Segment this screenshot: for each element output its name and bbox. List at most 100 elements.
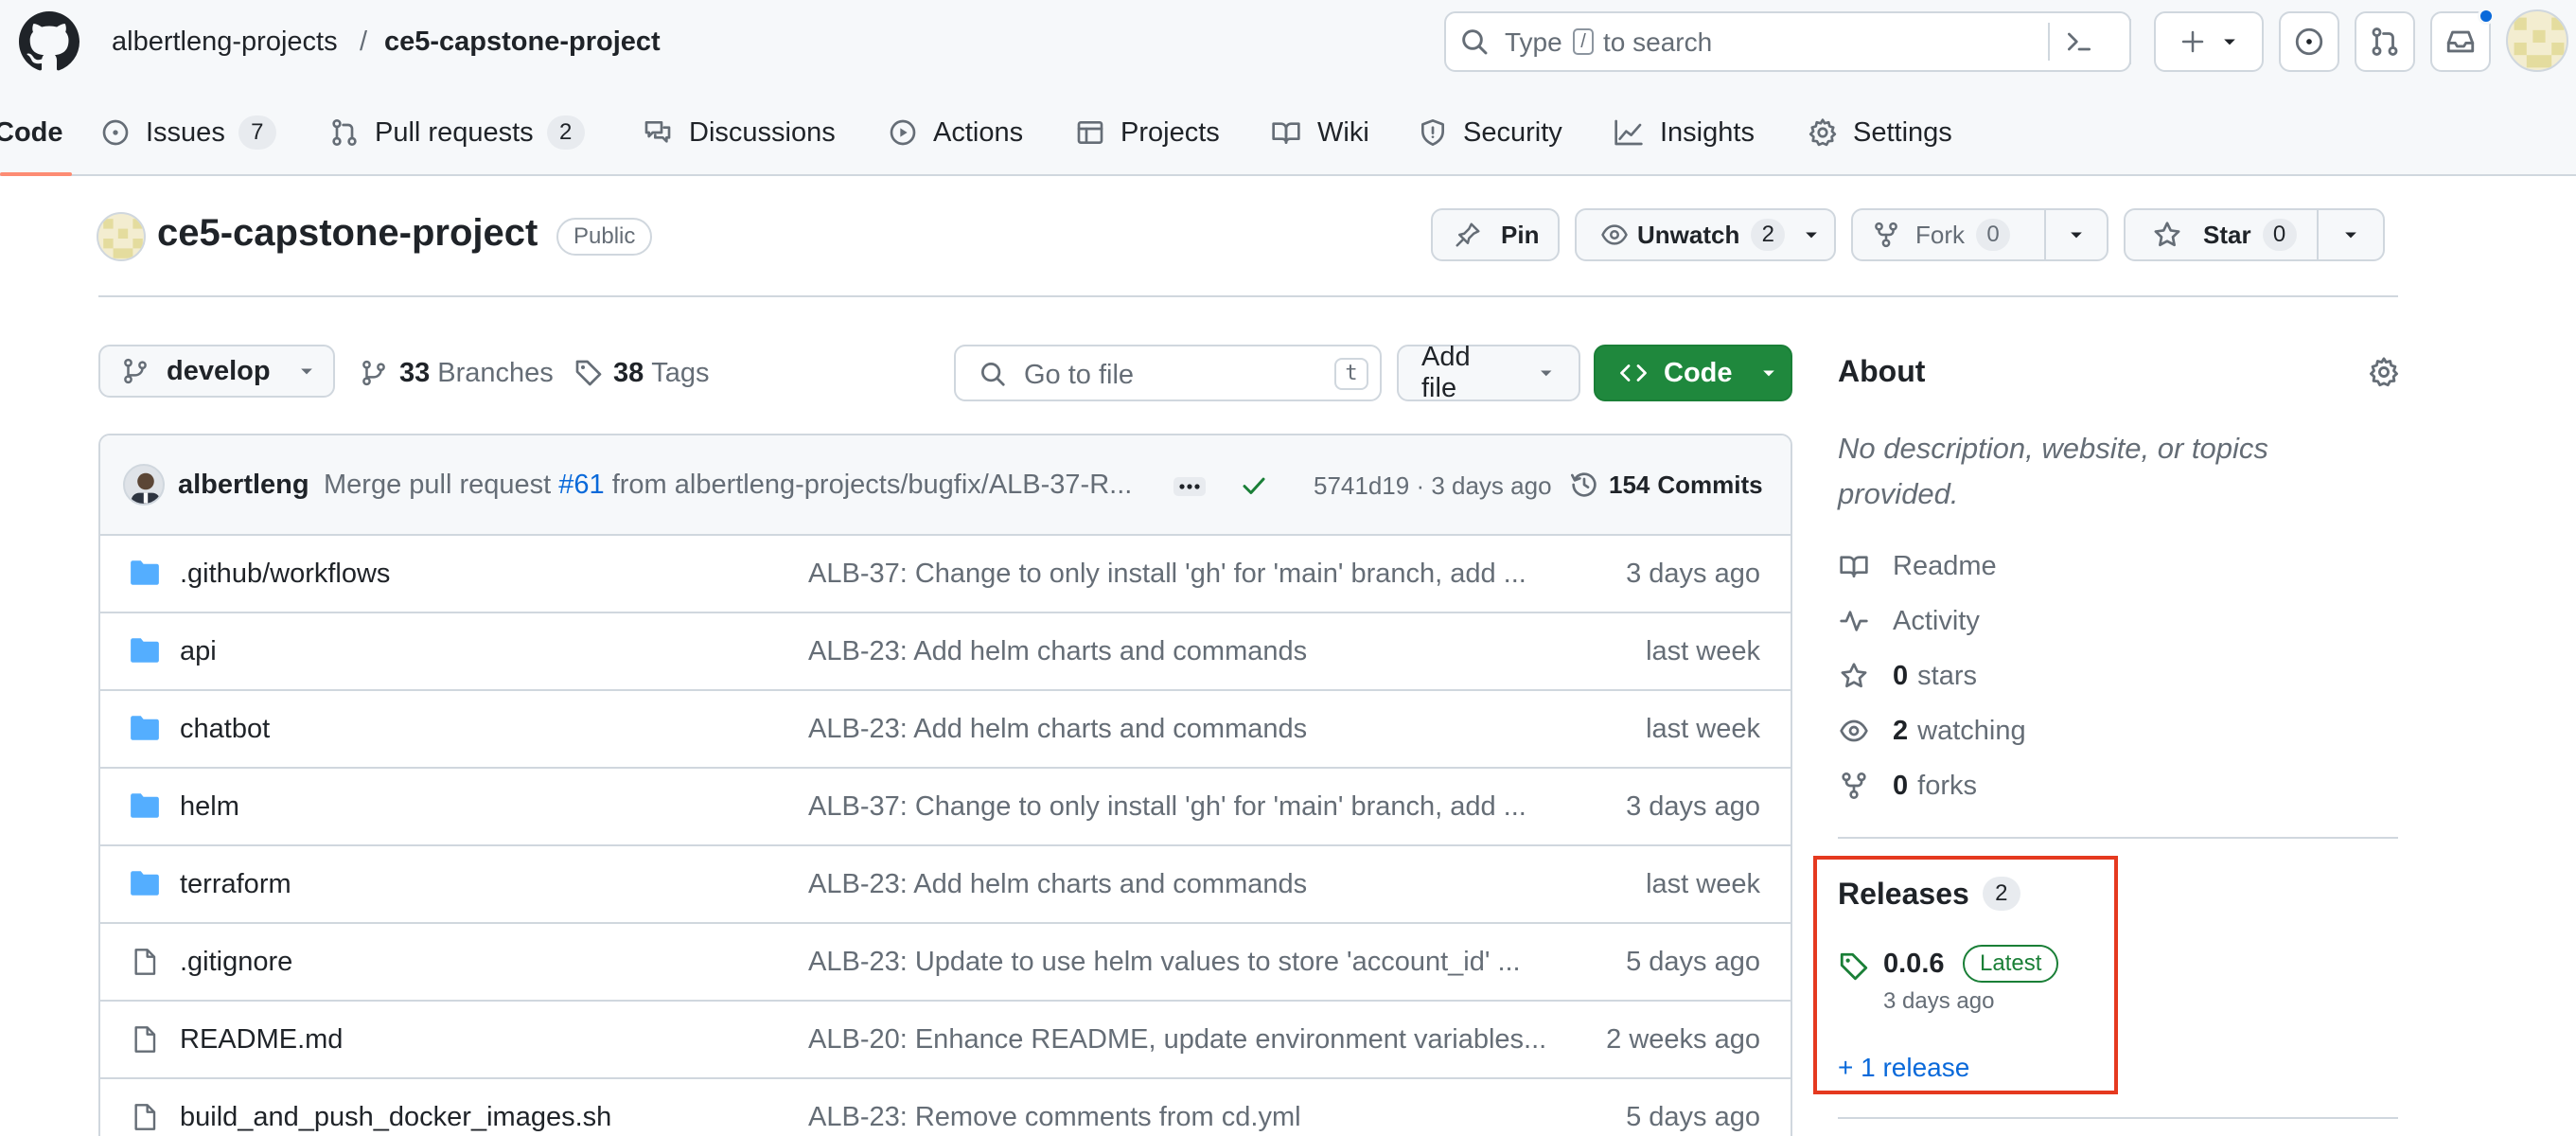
commits-count: 154: [1609, 470, 1650, 499]
go-to-file-input[interactable]: Go to file t: [954, 345, 1382, 401]
tab-settings[interactable]: Settings: [1808, 112, 1952, 153]
latest-badge: Latest: [1963, 945, 2059, 983]
avatar[interactable]: [2506, 9, 2568, 72]
about-description-line2: provided.: [1838, 477, 1959, 510]
fork-button[interactable]: Fork 0: [1851, 208, 2108, 261]
file-name[interactable]: build_and_push_docker_images.sh: [180, 1102, 611, 1133]
releases-heading[interactable]: Releases 2: [1838, 873, 2020, 914]
more-releases-link[interactable]: + 1 release: [1838, 1053, 1969, 1083]
file-commit-message[interactable]: ALB-23: Add helm charts and commands: [808, 869, 1641, 900]
commit-author[interactable]: albertleng: [178, 470, 309, 501]
repo-owner-avatar[interactable]: [97, 212, 146, 261]
file-row[interactable]: README.md ALB-20: Enhance README, update …: [100, 1002, 1791, 1079]
file-row[interactable]: helm ALB-37: Change to only install 'gh' …: [100, 769, 1791, 846]
folder-icon: [131, 716, 159, 740]
folder-icon: [131, 560, 159, 585]
activity-link[interactable]: Activity: [1838, 602, 1980, 640]
commit-message[interactable]: Merge pull request #61 from albertleng-p…: [324, 470, 1132, 501]
expand-commit-message-button[interactable]: [1173, 477, 1206, 496]
chevron-down-icon: [2224, 39, 2235, 45]
tab-discussions[interactable]: Discussions: [642, 112, 836, 153]
inbox-icon: [2446, 30, 2475, 53]
global-search-input[interactable]: Type / to search: [1444, 11, 2131, 72]
pull-requests-shortcut-button[interactable]: [2355, 11, 2415, 72]
file-commit-message[interactable]: ALB-23: Add helm charts and commands: [808, 636, 1641, 667]
tab-projects[interactable]: Projects: [1075, 112, 1220, 153]
history-icon: [1571, 472, 1597, 497]
gear-icon[interactable]: [2368, 356, 2400, 388]
file-commit-message[interactable]: ALB-37: Change to only install 'gh' for …: [808, 559, 1641, 590]
tags-link[interactable]: 38 Tags: [573, 356, 710, 390]
branches-link[interactable]: 33 Branches: [360, 356, 554, 390]
github-logo-icon[interactable]: [19, 11, 79, 72]
file-commit-message[interactable]: ALB-23: Update to use helm values to sto…: [808, 947, 1641, 978]
breadcrumb-repo[interactable]: ce5-capstone-project: [384, 27, 661, 58]
file-name[interactable]: terraform: [180, 869, 291, 900]
file-name[interactable]: README.md: [180, 1024, 343, 1056]
forks-link[interactable]: 0 forks: [1838, 767, 1977, 805]
repo-title[interactable]: ce5-capstone-project: [157, 212, 538, 255]
tab-actions[interactable]: Actions: [888, 112, 1023, 153]
star-count: 0: [2262, 219, 2297, 251]
file-name[interactable]: chatbot: [180, 714, 270, 745]
release-version[interactable]: 0.0.6: [1883, 949, 1945, 980]
add-file-button[interactable]: Add file: [1397, 342, 1580, 403]
file-age: 2 weeks ago: [1606, 1024, 1760, 1055]
file-row[interactable]: api ALB-23: Add helm charts and commands l…: [100, 613, 1791, 691]
watching-link[interactable]: 2 watching: [1838, 712, 2026, 750]
command-palette-icon[interactable]: [2063, 27, 2095, 57]
issues-shortcut-button[interactable]: [2279, 11, 2339, 72]
file-row[interactable]: .github/workflows ALB-37: Change to only …: [100, 536, 1791, 613]
tab-code[interactable]: Code: [0, 112, 63, 153]
file-commit-message[interactable]: ALB-23: Remove comments from cd.yml: [808, 1102, 1641, 1133]
tab-issues[interactable]: Issues 7: [100, 112, 276, 153]
file-row[interactable]: terraform ALB-23: Add helm charts and com…: [100, 846, 1791, 924]
book-icon: [1272, 122, 1300, 144]
pin-button[interactable]: Pin: [1431, 208, 1560, 261]
file-commit-message[interactable]: ALB-20: Enhance README, update environme…: [808, 1024, 1641, 1056]
search-icon: [1462, 29, 1488, 55]
star-button[interactable]: Star 0: [2124, 208, 2385, 261]
sidebar-divider-2: [1838, 1117, 2398, 1119]
check-icon[interactable]: [1240, 471, 1268, 500]
file-icon: [134, 1104, 156, 1130]
tab-insights[interactable]: Insights: [1613, 112, 1755, 153]
commit-hash-time[interactable]: 5741d19 · 3 days ago: [1314, 471, 1552, 501]
commit-author-avatar[interactable]: [123, 464, 165, 506]
tab-code-underline: [0, 172, 72, 176]
chevron-down-icon: [2071, 232, 2082, 239]
branch-selector[interactable]: develop: [98, 345, 335, 398]
file-age: 3 days ago: [1626, 559, 1760, 589]
file-age: 5 days ago: [1626, 947, 1760, 977]
file-name[interactable]: .gitignore: [180, 947, 292, 978]
forks-count: 0: [1893, 770, 1909, 801]
file-name[interactable]: .github/workflows: [180, 559, 390, 590]
code-button[interactable]: Code: [1594, 345, 1792, 401]
file-name[interactable]: api: [180, 636, 217, 667]
file-commit-message[interactable]: ALB-37: Change to only install 'gh' for …: [808, 791, 1641, 823]
tab-wiki[interactable]: Wiki: [1270, 112, 1369, 153]
tab-pull-requests[interactable]: Pull requests 2: [329, 112, 585, 153]
commits-link[interactable]: 154 Commits: [1569, 468, 1763, 502]
stars-link[interactable]: 0 stars: [1838, 657, 1977, 695]
ellipsis-icon: [1179, 484, 1200, 489]
plus-icon: [2181, 30, 2204, 53]
breadcrumb-owner[interactable]: albertleng-projects: [112, 27, 338, 58]
create-new-button[interactable]: [2154, 11, 2264, 72]
tab-security[interactable]: Security: [1418, 112, 1562, 153]
go-to-file-shortcut: t: [1334, 358, 1368, 390]
file-row[interactable]: chatbot ALB-23: Add helm charts and comma…: [100, 691, 1791, 769]
commit-pr-link: #61: [558, 470, 605, 500]
folder-icon: [131, 793, 159, 818]
file-row[interactable]: .gitignore ALB-23: Update to use helm val…: [100, 924, 1791, 1002]
file-row[interactable]: build_and_push_docker_images.sh ALB-23: R…: [100, 1079, 1791, 1136]
search-icon: [981, 363, 1005, 386]
readme-link[interactable]: Readme: [1838, 547, 1997, 585]
pull-request-icon: [2372, 27, 2398, 56]
unwatch-button[interactable]: Unwatch 2: [1575, 208, 1836, 261]
issue-icon: [102, 119, 129, 146]
file-name[interactable]: helm: [180, 791, 239, 823]
pull-requests-count: 2: [546, 115, 585, 150]
file-commit-message[interactable]: ALB-23: Add helm charts and commands: [808, 714, 1641, 745]
star-dropdown: [2319, 210, 2383, 259]
